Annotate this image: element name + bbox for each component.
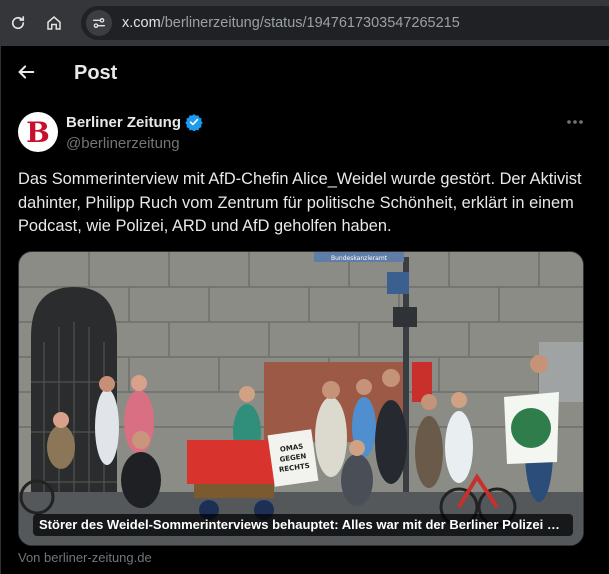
more-options-icon[interactable] bbox=[563, 112, 587, 132]
page-title: Post bbox=[74, 62, 118, 84]
author-handle[interactable]: @berlinerzeitung bbox=[66, 135, 180, 152]
home-icon[interactable] bbox=[42, 11, 66, 35]
link-card-title[interactable]: Störer des Weidel-Sommerinterviews behau… bbox=[33, 514, 573, 536]
post-header: Post bbox=[1, 46, 609, 102]
berliner-zeitung-logo-icon: B bbox=[26, 116, 50, 149]
link-card-image[interactable]: Bundeskanzleramt OMAS GEGEN RECHTS Störe… bbox=[18, 251, 584, 546]
url-text[interactable]: x.com/berlinerzeitung/status/19476173035… bbox=[122, 15, 460, 31]
arrow-left-icon[interactable] bbox=[15, 61, 41, 87]
site-settings-icon[interactable] bbox=[86, 10, 112, 36]
address-bar[interactable]: x.com/berlinerzeitung/status/19476173035… bbox=[81, 6, 609, 40]
street-sign-text: Bundeskanzleramt bbox=[331, 255, 388, 262]
protest-photo: Bundeskanzleramt OMAS GEGEN RECHTS bbox=[19, 252, 583, 545]
avatar-letter: B bbox=[26, 116, 50, 149]
link-source[interactable]: Von berliner-zeitung.de bbox=[18, 550, 152, 565]
verified-badge-icon bbox=[185, 114, 203, 131]
author-name-text: Berliner Zeitung bbox=[66, 113, 182, 131]
url-domain: x.com bbox=[122, 15, 161, 31]
browser-toolbar: x.com/berlinerzeitung/status/19476173035… bbox=[0, 0, 609, 46]
avatar[interactable]: B bbox=[18, 112, 58, 152]
url-path: /berlinerzeitung/status/1947617303547265… bbox=[160, 15, 460, 31]
post-text: Das Sommerinterview mit AfD-Chefin Alice… bbox=[18, 170, 582, 235]
reload-icon[interactable] bbox=[6, 11, 30, 35]
author-name[interactable]: Berliner Zeitung bbox=[66, 113, 203, 131]
post-page: Post B Berliner Zeitung @berlinerzeitung… bbox=[0, 46, 609, 574]
